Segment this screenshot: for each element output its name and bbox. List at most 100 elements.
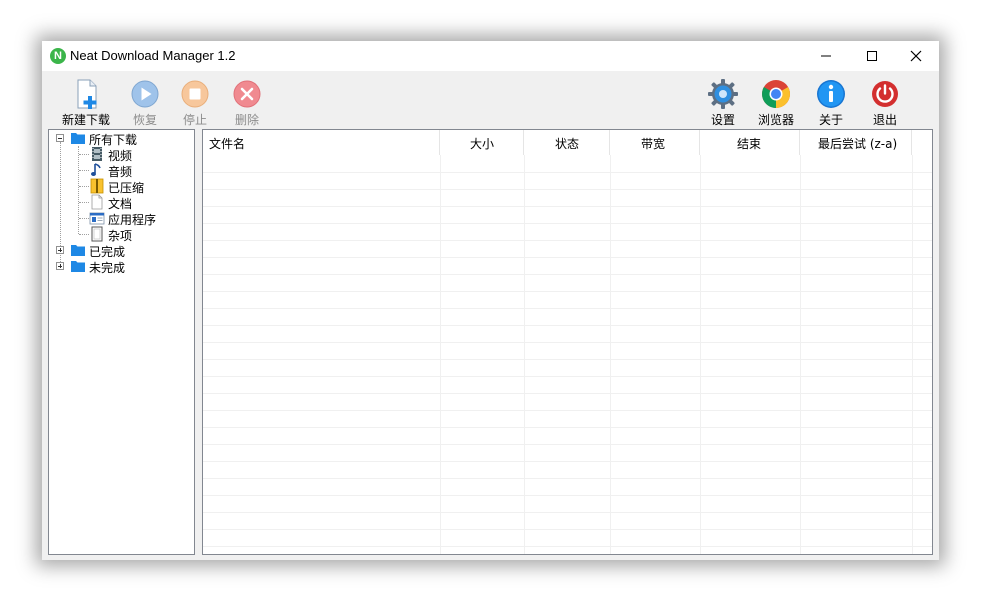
tree-item-label: 应用程序 bbox=[108, 213, 157, 227]
folder-icon bbox=[71, 245, 85, 256]
column-label: 最后尝试 (z-a) bbox=[818, 137, 898, 151]
chrome-icon bbox=[762, 80, 790, 108]
tree-item-label: 未完成 bbox=[89, 261, 126, 275]
maximize-icon bbox=[867, 51, 877, 61]
new-download-label: 新建下载 bbox=[61, 113, 110, 127]
grid-line bbox=[440, 155, 441, 554]
grid-line bbox=[203, 478, 932, 479]
list-header: 文件名 大小 状态 带宽 结束 最后尝试 (z-a) bbox=[203, 130, 932, 155]
tree-item-label: 已压缩 bbox=[108, 181, 145, 195]
tree-item-label: 文档 bbox=[108, 197, 133, 211]
exit-label: 退出 bbox=[872, 113, 897, 127]
grid-line bbox=[203, 257, 932, 258]
title-bar[interactable]: N Neat Download Manager 1.2 bbox=[42, 41, 939, 71]
grid-line bbox=[610, 155, 611, 554]
expand-toggle[interactable] bbox=[56, 262, 64, 270]
grid-line bbox=[203, 274, 932, 275]
grid-line bbox=[203, 495, 932, 496]
column-label: 文件名 bbox=[209, 137, 246, 151]
info-icon bbox=[817, 80, 845, 108]
application-icon bbox=[89, 212, 105, 225]
collapse-toggle[interactable] bbox=[56, 134, 64, 142]
list-grid bbox=[203, 155, 932, 554]
grid-line bbox=[203, 529, 932, 530]
minimize-icon bbox=[821, 55, 831, 57]
stop-button[interactable]: 停止 bbox=[167, 75, 223, 129]
column-label: 状态 bbox=[555, 137, 580, 151]
tree-item-label: 视频 bbox=[108, 149, 133, 163]
stop-icon bbox=[181, 80, 209, 108]
toolbar: 新建下载 恢复 停止 删除 设置 浏览器 关于 退出 bbox=[42, 71, 939, 129]
document-icon bbox=[91, 194, 103, 210]
settings-button[interactable]: 设置 bbox=[695, 75, 751, 129]
grid-line bbox=[203, 206, 932, 207]
resume-label: 恢复 bbox=[132, 113, 157, 127]
gear-icon bbox=[708, 79, 738, 109]
grid-line bbox=[203, 444, 932, 445]
window-title: Neat Download Manager 1.2 bbox=[70, 48, 236, 63]
delete-label: 删除 bbox=[234, 113, 259, 127]
grid-line bbox=[203, 240, 932, 241]
music-icon bbox=[91, 163, 101, 176]
grid-line bbox=[203, 308, 932, 309]
settings-label: 设置 bbox=[710, 113, 735, 127]
archive-icon bbox=[90, 178, 104, 194]
close-button[interactable] bbox=[893, 41, 939, 71]
grid-line bbox=[203, 393, 932, 394]
power-icon bbox=[872, 81, 898, 107]
about-button[interactable]: 关于 bbox=[803, 75, 859, 129]
column-header-filename[interactable]: 文件名 bbox=[203, 130, 440, 155]
grid-line bbox=[203, 172, 932, 173]
tree-connector bbox=[79, 234, 89, 235]
tree-connector bbox=[79, 186, 89, 187]
video-icon bbox=[92, 147, 102, 161]
misc-icon bbox=[91, 226, 103, 242]
minimize-button[interactable] bbox=[803, 41, 849, 71]
app-logo-icon: N bbox=[50, 48, 66, 64]
tree-connector bbox=[79, 154, 89, 155]
category-tree[interactable]: 所有下载 视频 音频 已压缩 文档 应用程序 杂项 已完成 未完成 bbox=[48, 129, 195, 555]
grid-line bbox=[203, 461, 932, 462]
column-header-last-try[interactable]: 最后尝试 (z-a) bbox=[800, 130, 912, 155]
grid-line bbox=[203, 325, 932, 326]
browser-button[interactable]: 浏览器 bbox=[748, 75, 804, 129]
column-label: 结束 bbox=[737, 137, 762, 151]
tree-item-label: 杂项 bbox=[108, 229, 133, 243]
tree-item-label: 音频 bbox=[108, 165, 133, 179]
browser-label: 浏览器 bbox=[757, 113, 794, 127]
grid-line bbox=[203, 359, 932, 360]
column-header-status[interactable]: 状态 bbox=[524, 130, 610, 155]
grid-line bbox=[203, 189, 932, 190]
grid-line bbox=[203, 546, 932, 547]
tree-connector bbox=[78, 146, 79, 234]
column-header-end[interactable]: 结束 bbox=[700, 130, 800, 155]
column-header-size[interactable]: 大小 bbox=[440, 130, 524, 155]
grid-line bbox=[203, 427, 932, 428]
close-icon bbox=[910, 50, 922, 62]
grid-line bbox=[912, 155, 913, 554]
delete-icon bbox=[233, 80, 261, 108]
maximize-button[interactable] bbox=[849, 41, 895, 71]
exit-button[interactable]: 退出 bbox=[857, 75, 913, 129]
tree-connector bbox=[79, 202, 89, 203]
stop-label: 停止 bbox=[182, 113, 207, 127]
download-list[interactable]: 文件名 大小 状态 带宽 结束 最后尝试 (z-a) bbox=[202, 129, 933, 555]
folder-icon bbox=[71, 133, 85, 144]
grid-line bbox=[203, 342, 932, 343]
about-label: 关于 bbox=[818, 113, 843, 127]
column-header-bandwidth[interactable]: 带宽 bbox=[610, 130, 700, 155]
new-download-button[interactable]: 新建下载 bbox=[58, 75, 114, 129]
grid-line bbox=[700, 155, 701, 554]
column-label: 大小 bbox=[470, 137, 495, 151]
delete-button[interactable]: 删除 bbox=[219, 75, 275, 129]
grid-line bbox=[203, 512, 932, 513]
grid-line bbox=[203, 223, 932, 224]
grid-line bbox=[203, 291, 932, 292]
folder-icon bbox=[71, 261, 85, 272]
grid-line bbox=[203, 376, 932, 377]
new-download-icon bbox=[77, 79, 97, 109]
tree-item-label: 已完成 bbox=[89, 245, 126, 259]
expand-toggle[interactable] bbox=[56, 246, 64, 254]
grid-line bbox=[524, 155, 525, 554]
resume-button[interactable]: 恢复 bbox=[117, 75, 173, 129]
